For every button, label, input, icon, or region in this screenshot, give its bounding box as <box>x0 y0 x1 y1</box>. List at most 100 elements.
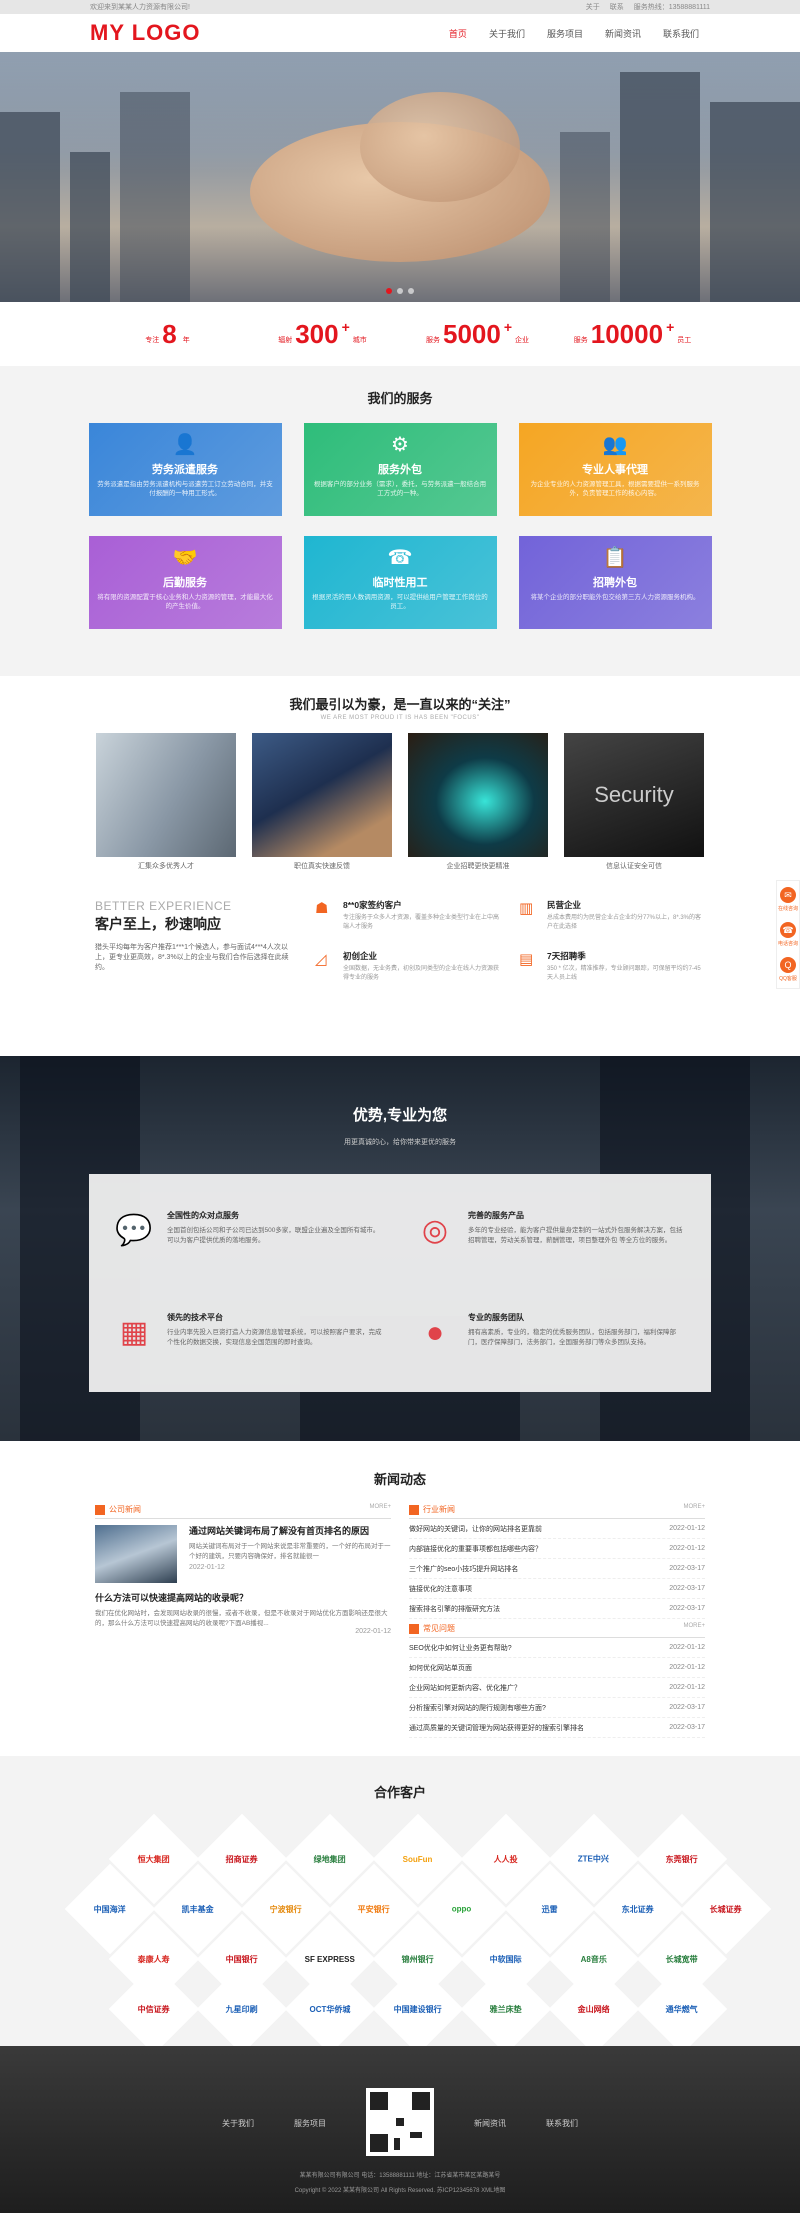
site-footer: 关于我们 服务项目 新闻资讯 联系我们 某某有限公司有限公司 电话：135888… <box>0 2046 800 2213</box>
advantage-title: 优势,专业为您 <box>352 1107 448 1124</box>
nav-news[interactable]: 新闻资讯 <box>594 27 652 40</box>
service-card[interactable]: ⚙ 服务外包 根据客户的部分业务（需求），委托，与劳务派遣一般结合用工方式的一种。 <box>303 423 497 516</box>
experience-paragraph: 猎头平均每年为客户推荐1***1个候选人，参与面试4***4人次以上，更专业更高… <box>95 944 289 971</box>
news-list-item[interactable]: 内部链接优化的重要事项都包括哪些内容？ 2022-01-12 <box>409 1539 705 1559</box>
news-list-item[interactable]: 三个推广的seo小技巧提升网站排名 2022-03-17 <box>409 1559 705 1579</box>
service-desc: 将有限的资源配置于核心业务和人力资源的管理，才能最大化的产生价值。 <box>97 594 273 610</box>
advantage-box: 💬 全国性的众对点服务 全国首创包括公司和子公司已达到500多家，联盟企业遍及全国所… <box>89 1174 711 1392</box>
service-title: 服务外包 <box>378 464 422 476</box>
news-list-item[interactable]: 做好网站的关键词，让你的网站排名更靠前 2022-01-12 <box>409 1519 705 1539</box>
service-card[interactable]: 👤 劳务派遣服务 劳务派遣是指由劳务派遣机构与派遣劳工订立劳动合同，并支付报酬的一种… <box>88 423 282 516</box>
partners-section: 合作客户 恒大集团 招商证券 绿地集团 SouFun 人人投 ZTE中兴 东莞银行 中国海洋凯… <box>0 1756 800 2055</box>
news-list-item[interactable]: SEO优化中如何让业务更有帮助? 2022-01-12 <box>409 1638 705 1658</box>
service-card[interactable]: 📋 招聘外包 将某个企业的部分职能外包交给第三方人力资源服务机构。 <box>518 536 712 629</box>
news-question[interactable]: 什么方法可以快速提高网站的收录呢？ 我们在优化网站时，会发现网站收录的很慢，或者不… <box>95 1591 391 1635</box>
news-title: 新闻动态 <box>373 1472 426 1487</box>
partner-logo[interactable]: 雅兰床垫 <box>460 1963 552 2055</box>
faq-label[interactable]: 常见问题 <box>423 1623 455 1634</box>
slider-dots <box>386 288 414 294</box>
news-list-item[interactable]: 链接优化的注意事项 2022-03-17 <box>409 1579 705 1599</box>
focus-card[interactable]: 企业招聘更快更精准 <box>408 733 548 871</box>
welcome-text: 欢迎来到某某人力资源有限公司! <box>90 4 190 11</box>
better-experience-label: BETTER EXPERIENCE <box>95 899 232 913</box>
partner-logo[interactable]: 金山网络 <box>548 1963 640 2055</box>
focus-card[interactable]: 职位真实快速反馈 <box>252 733 392 871</box>
more-link[interactable]: MORE+ <box>683 1504 705 1515</box>
service-icon: ☎ <box>387 547 413 569</box>
partner-logo[interactable]: 中信证券 <box>108 1963 200 2055</box>
site-header: MY LOGO 首页 关于我们 服务项目 新闻资讯 联系我们 <box>0 14 800 52</box>
footer-nav-services[interactable]: 服务项目 <box>294 2118 326 2156</box>
services-section: 我们的服务 👤 劳务派遣服务 劳务派遣是指由劳务派遣机构与派遣劳工订立劳动合同，并支… <box>0 366 800 676</box>
stat-cities: 辐射 300 + 城市 <box>278 318 367 349</box>
footer-nav-contact[interactable]: 联系我们 <box>546 2118 578 2156</box>
partner-logo[interactable]: 通华燃气 <box>636 1963 728 2055</box>
advantage-item: ◎ 完善的服务产品 多年的专业经验，能为客户提供量身定制的一站式外包服务解决方案，包… <box>414 1210 685 1290</box>
online-consult-button[interactable]: ✉ 在线咨询 <box>778 887 798 912</box>
service-desc: 根据客户的部分业务（需求），委托，与劳务派遣一般结合用工方式的一种。 <box>313 481 487 497</box>
top-bar: 欢迎来到某某人力资源有限公司! 关于 联系 服务热线：13588881111 <box>0 0 800 14</box>
advantage-item: ● 专业的服务团队 拥有高素质，专业的，稳定的优秀服务团队，包括服务部门，福利保障部… <box>414 1312 685 1392</box>
company-news-label[interactable]: 公司新闻 <box>109 1504 141 1515</box>
news-list-item[interactable]: 搜索排名引擎的排版研究方法 2022-03-17 <box>409 1599 705 1619</box>
news-thumbnail <box>95 1525 177 1583</box>
office-woman-image <box>96 733 236 857</box>
featured-news[interactable]: 通过网站关键词布局了解没有首页排名的原因 网站关键词布局对于一个网站来说是非常重要… <box>95 1525 391 1583</box>
footer-info: 某某有限公司有限公司 电话：13588881111 地址：江苏省某市某区某路某号 <box>299 2173 501 2179</box>
news-list-item[interactable]: 通过高质量的关键词管理为网站获得更好的搜索引擎排名 2022-03-17 <box>409 1718 705 1738</box>
person-icon: ● <box>425 1316 445 1349</box>
partner-logo[interactable]: OCT华侨城 <box>284 1963 376 2055</box>
slider-dot[interactable] <box>386 288 392 294</box>
services-title: 我们的服务 <box>367 391 433 406</box>
partner-logo[interactable]: 中国建设银行 <box>372 1963 464 2055</box>
nav-home[interactable]: 首页 <box>438 27 478 40</box>
calendar-icon: ▦ <box>119 1316 149 1349</box>
service-card[interactable]: 🤝 后勤服务 将有限的资源配置于核心业务和人力资源的管理，才能最大化的产生价值。 <box>88 536 282 629</box>
phone-consult-button[interactable]: ☎ 电话咨询 <box>778 922 798 947</box>
building-icon: ▥ <box>519 900 534 917</box>
more-link[interactable]: MORE+ <box>683 1623 705 1634</box>
advantage-subtitle: 用更真诚的心，给你带来更优的服务 <box>344 1139 456 1146</box>
slider-dot[interactable] <box>408 288 414 294</box>
laptop-typing-image <box>252 733 392 857</box>
qq-service-button[interactable]: Q QQ客服 <box>779 957 797 982</box>
focus-section: 我们最引以为豪，是一直以来的“关注” WE ARE MOST PROUD IT … <box>0 676 800 1056</box>
service-title: 后勤服务 <box>163 577 207 589</box>
news-tag-icon <box>409 1623 419 1634</box>
chat-bubble-icon: 💬 <box>115 1214 153 1247</box>
floating-sidebar: ✉ 在线咨询 ☎ 电话咨询 Q QQ客服 <box>776 880 800 989</box>
advantage-item: ▦ 领先的技术平台 行业内率先投入巨资打造人力资源信息管理系统，可以按照客户要求，完… <box>113 1312 384 1392</box>
service-desc: 根据灵活的用人数调用资源，可以提供给用户管理工作岗位的员工。 <box>312 594 488 610</box>
security-key-image: Security <box>564 733 704 857</box>
news-tag-icon <box>95 1504 105 1515</box>
partners-title: 合作客户 <box>373 1785 426 1800</box>
id-card-icon: ▤ <box>519 951 534 968</box>
nav-services[interactable]: 服务项目 <box>536 27 594 40</box>
feature-item: ☗ 8**0家签约客户 专注服务于众多人才资源，覆盖多种企业类型行业在上中高端人才服… <box>315 900 500 930</box>
news-list-item[interactable]: 企业网站如何更新内容、优化推广？ 2022-01-12 <box>409 1678 705 1698</box>
partner-logo[interactable]: 九星印刷 <box>196 1963 288 2055</box>
service-icon: 📋 <box>602 547 628 569</box>
service-card[interactable]: ☎ 临时性用工 根据灵活的用人数调用资源，可以提供给用户管理工作岗位的员工。 <box>303 536 497 629</box>
focus-card[interactable]: Security 信息认证安全可信 <box>564 733 704 871</box>
news-section: 新闻动态 公司新闻 MORE+ 通过网站关键词布局了解没有首页排名的原因 网站关键词… <box>0 1441 800 1756</box>
nav-contact[interactable]: 联系我们 <box>652 27 710 40</box>
news-list-item[interactable]: 分析搜索引擎对网站的爬行规则有哪些方面? 2022-03-17 <box>409 1698 705 1718</box>
chat-icon: ✉ <box>779 887 796 903</box>
hotline-text: 服务热线：13588881111 <box>633 4 710 11</box>
top-link-about[interactable]: 关于 <box>586 2 600 12</box>
advantage-section: 优势,专业为您 用更真诚的心，给你带来更优的服务 💬 全国性的众对点服务 全国首创包… <box>0 1056 800 1441</box>
service-card[interactable]: 👥 专业人事代理 为企业专业的人力资源管理工具，根据需要提供一系列服务外，负责管理工… <box>518 423 712 516</box>
news-list-item[interactable]: 如何优化网站单页面 2022-01-12 <box>409 1658 705 1678</box>
site-logo[interactable]: MY LOGO <box>90 20 201 46</box>
nav-about[interactable]: 关于我们 <box>478 27 536 40</box>
top-link-contact[interactable]: 联系 <box>610 2 624 12</box>
focus-card[interactable]: 汇集众多优秀人才 <box>96 733 236 871</box>
footer-nav-news[interactable]: 新闻资讯 <box>474 2118 506 2156</box>
service-desc: 为企业专业的人力资源管理工具，根据需要提供一系列服务外，负责管理工作的核心内容。 <box>530 481 700 497</box>
footer-nav-about[interactable]: 关于我们 <box>222 2118 254 2156</box>
slider-dot[interactable] <box>397 288 403 294</box>
experience-headline: 客户至上，秒速响应 <box>95 916 221 932</box>
more-link[interactable]: MORE+ <box>369 1504 391 1515</box>
industry-news-label[interactable]: 行业新闻 <box>423 1504 455 1515</box>
